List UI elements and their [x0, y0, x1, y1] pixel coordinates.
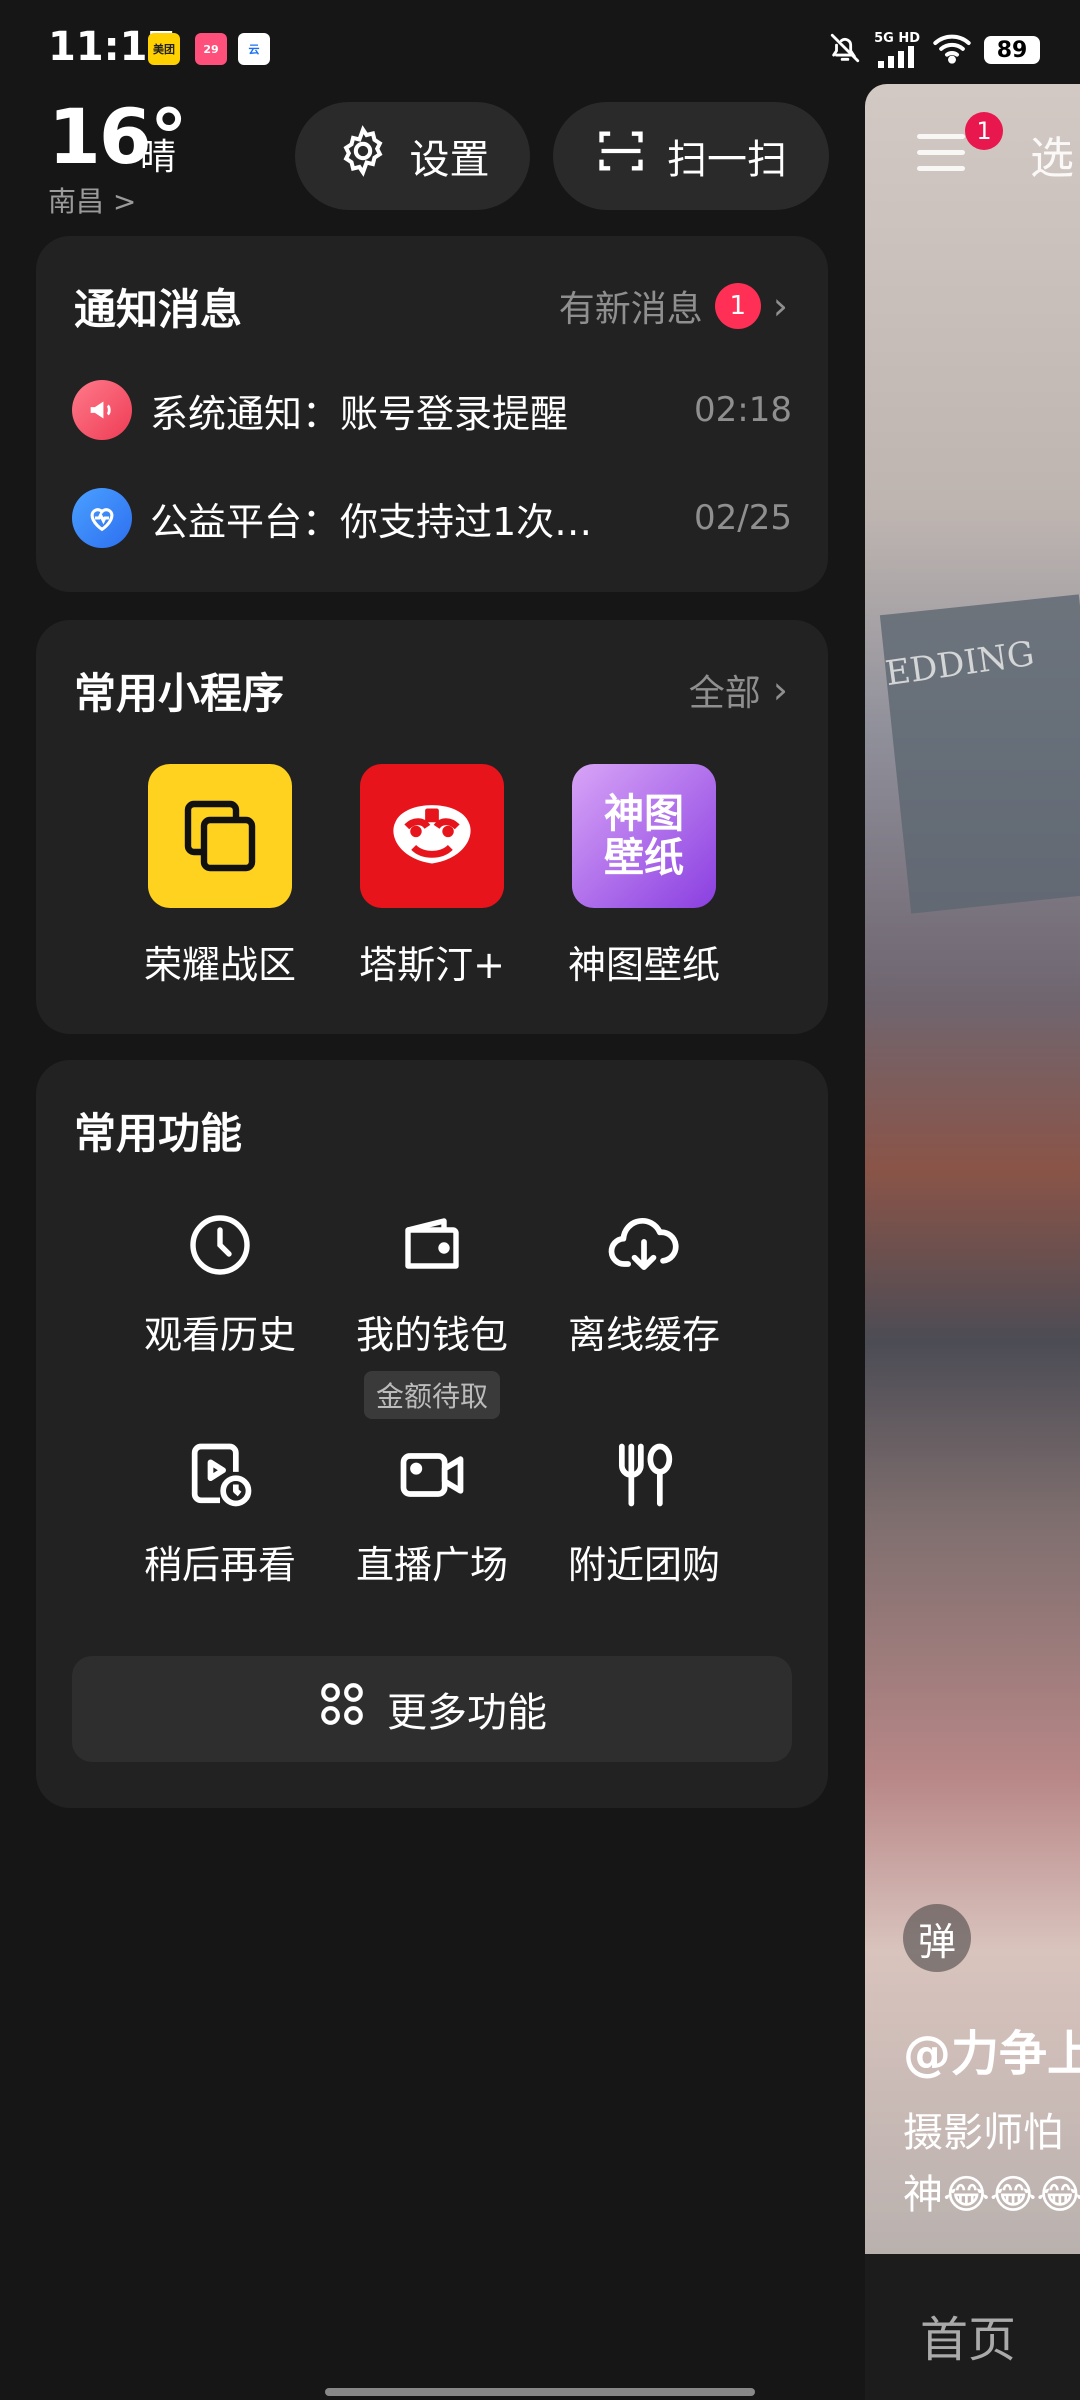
- mini-apps-title: 常用小程序: [74, 669, 285, 718]
- honor-zone-icon: [148, 764, 292, 908]
- home-indicator[interactable]: [325, 2388, 755, 2396]
- wallpaper-icon-text: 神图: [604, 791, 684, 837]
- signal-bars-icon: [878, 46, 915, 68]
- mini-app-honor-zone[interactable]: 荣耀战区: [110, 764, 330, 989]
- notification-time: 02:18: [694, 390, 792, 430]
- notification-text: 公益平台：你支持过1次…: [150, 499, 593, 544]
- mute-icon: [828, 31, 862, 69]
- danmu-toggle-button[interactable]: 弹: [903, 1904, 971, 1972]
- settings-label: 设置: [409, 137, 490, 183]
- signal-cluster: 5G HD: [874, 32, 920, 68]
- offline-cache-button[interactable]: 离线缓存: [534, 1200, 754, 1359]
- settings-button[interactable]: 设置: [295, 102, 530, 210]
- scan-icon: [595, 125, 647, 187]
- notifications-count-badge: 1: [714, 283, 761, 329]
- lion-dance-icon: [360, 764, 504, 908]
- scan-label: 扫一扫: [667, 137, 787, 183]
- megaphone-icon: [72, 380, 132, 440]
- mini-app-tastien[interactable]: 塔斯汀+: [322, 764, 542, 989]
- feed-description-line: 神😂😂😂: [903, 2172, 1080, 2218]
- battery-indicator: 89: [984, 36, 1040, 64]
- scan-button[interactable]: 扫一扫: [553, 102, 829, 210]
- video-feed-preview[interactable]: 1 选 EDDING 弹 @力争上 摄影师怕 神😂😂😂: [865, 84, 1080, 2254]
- live-camera-icon: [387, 1430, 477, 1520]
- notifications-link-label: 有新消息: [558, 289, 703, 330]
- functions-title: 常用功能: [74, 1109, 243, 1158]
- feed-description-line: 摄影师怕: [903, 2110, 1063, 2156]
- bottom-nav: 首页: [865, 2254, 1080, 2400]
- function-label: 直播广场: [355, 1543, 508, 1587]
- chevron-right-icon: ›: [772, 668, 788, 712]
- clock-icon: [175, 1200, 265, 1290]
- watch-later-button[interactable]: 稍后再看: [110, 1430, 330, 1589]
- weather-city-link[interactable]: 南昌 >: [48, 180, 136, 220]
- mini-app-label: 荣耀战区: [143, 943, 296, 987]
- wallet-icon: [387, 1200, 477, 1290]
- nav-home-tab[interactable]: 首页: [920, 2300, 1016, 2370]
- status-right-cluster: 5G HD 89: [828, 28, 1040, 72]
- functions-card: 常用功能 观看历史 我的钱包 金额待取 离线缓存 稍后再看 直播广场 附近团购 …: [36, 1060, 828, 1808]
- function-label: 我的钱包: [355, 1313, 508, 1357]
- watch-later-icon: [175, 1430, 265, 1520]
- mini-app-wallpaper[interactable]: 神图 壁纸 神图壁纸: [534, 764, 754, 989]
- function-label: 附近团购: [567, 1543, 720, 1587]
- grid-icon: [317, 1679, 367, 1739]
- nearby-group-buy-button[interactable]: 附近团购: [534, 1430, 754, 1589]
- side-drawer: 11:17 美团 29 云 16° 晴 南昌 > 设置 扫一扫 通知消息 有新消…: [0, 0, 865, 2400]
- mini-app-label: 神图壁纸: [567, 943, 720, 987]
- watch-history-button[interactable]: 观看历史: [110, 1200, 330, 1359]
- weather-condition: 晴: [140, 137, 177, 178]
- wallet-pending-badge: 金额待取: [363, 1371, 500, 1419]
- cutlery-icon: [599, 1430, 689, 1520]
- chevron-right-icon: ›: [772, 284, 788, 328]
- notification-time: 02/25: [694, 498, 792, 538]
- feed-notification-badge: 1: [965, 112, 1003, 150]
- notification-item[interactable]: 系统通知：账号登录提醒 02:18: [72, 378, 792, 442]
- gear-icon: [336, 124, 390, 188]
- mini-apps-all-link[interactable]: 全部 ›: [689, 664, 788, 716]
- function-label: 稍后再看: [143, 1543, 296, 1587]
- more-functions-label: 更多功能: [387, 1690, 547, 1736]
- function-label: 离线缓存: [567, 1313, 720, 1357]
- feed-description: 摄影师怕 神😂😂😂: [903, 2102, 1080, 2226]
- function-label: 观看历史: [143, 1313, 296, 1357]
- notifications-new-link[interactable]: 有新消息 1 ›: [559, 280, 788, 332]
- live-square-button[interactable]: 直播广场: [322, 1430, 542, 1589]
- feed-tab-label[interactable]: 选: [1030, 122, 1074, 186]
- mini-apps-card: 常用小程序 全部 › 荣耀战区 塔斯汀+ 神图 壁纸 神图壁纸: [36, 620, 828, 1034]
- feed-author[interactable]: @力争上: [903, 2014, 1080, 2084]
- notifications-title: 通知消息: [74, 285, 243, 334]
- notification-item[interactable]: 公益平台：你支持过1次… 02/25: [72, 486, 792, 550]
- charity-heart-icon: [72, 488, 132, 548]
- wallpaper-app-icon: 神图 壁纸: [572, 764, 716, 908]
- cloud-app-icon: 云: [238, 33, 270, 65]
- meituan-app-icon: 美团: [148, 33, 180, 65]
- more-functions-button[interactable]: 更多功能: [72, 1656, 792, 1762]
- mini-app-label: 塔斯汀+: [359, 943, 505, 987]
- mini-apps-all-label: 全部: [688, 673, 761, 714]
- network-type-label: 5G HD: [874, 31, 920, 46]
- notification-text: 系统通知：账号登录提醒: [150, 391, 569, 436]
- wallet-button[interactable]: 我的钱包 金额待取: [322, 1200, 542, 1419]
- notifications-card: 通知消息 有新消息 1 › 系统通知：账号登录提醒 02:18 公益平台：你支持…: [36, 236, 828, 592]
- cloud-download-icon: [599, 1200, 689, 1290]
- wallpaper-icon-text: 壁纸: [604, 835, 684, 881]
- app-notification-icon: 29: [195, 33, 227, 65]
- wifi-icon: [932, 31, 972, 69]
- menu-icon[interactable]: [917, 134, 965, 174]
